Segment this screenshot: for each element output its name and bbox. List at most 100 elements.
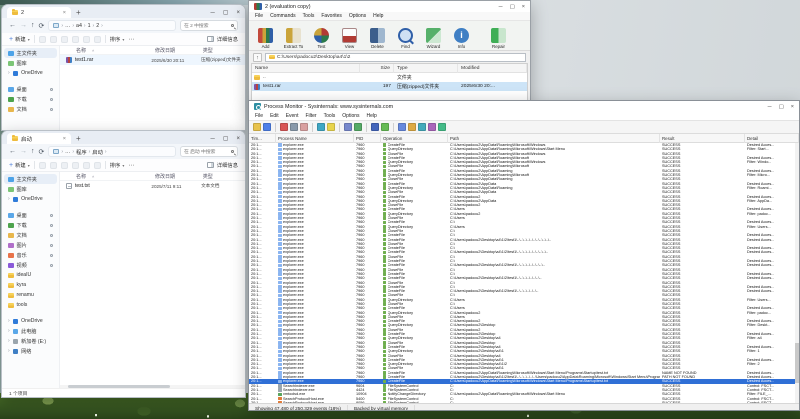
sidebar-item-OneDrive[interactable]: › OneDrive <box>4 316 57 326</box>
close-button[interactable]: × <box>522 4 525 10</box>
chevron-right-icon[interactable]: › <box>8 70 10 76</box>
wizard-button[interactable]: Wizard <box>420 28 447 49</box>
minimize-button[interactable]: ─ <box>768 104 772 110</box>
tab-close-icon[interactable]: × <box>63 136 66 142</box>
test-button[interactable]: Test <box>308 28 335 49</box>
column-header-修改日期[interactable]: 修改日期 <box>155 47 203 54</box>
new-button[interactable]: + 新建 ▾ <box>9 35 30 44</box>
column-header-process name[interactable]: Process Name <box>276 133 354 143</box>
breadcrumb-item[interactable]: 程序 <box>76 148 87 156</box>
close-button[interactable]: × <box>236 10 240 16</box>
share-icon[interactable] <box>82 161 90 169</box>
show-network-icon[interactable] <box>418 123 426 131</box>
view-button[interactable]: View <box>336 28 363 49</box>
delete-icon[interactable] <box>93 35 101 43</box>
close-button[interactable]: × <box>236 136 240 142</box>
rename-icon[interactable] <box>71 35 79 43</box>
vertical-scrollbar[interactable] <box>795 143 799 403</box>
paste-icon[interactable] <box>60 35 68 43</box>
horizontal-scrollbar[interactable] <box>60 385 245 388</box>
back-button[interactable]: ← <box>9 22 16 29</box>
sort-button[interactable]: 排序 ▾ <box>110 35 125 44</box>
menu-edit[interactable]: Edit <box>270 113 279 119</box>
delete-icon[interactable] <box>93 161 101 169</box>
menu-event[interactable]: Event <box>286 113 299 119</box>
chevron-right-icon[interactable]: › <box>8 338 10 344</box>
address-field[interactable]: C:\Users\padocu2\Desktop\a4\1\2 <box>265 52 526 62</box>
clear-display-icon[interactable] <box>300 123 308 131</box>
repair-button[interactable]: Repair <box>485 28 512 49</box>
minimize-button[interactable]: ─ <box>211 10 215 16</box>
column-header-tim[interactable]: Tim... <box>249 133 276 143</box>
breadcrumb[interactable]: ›… › a4 › 1 › 2 › <box>48 20 176 31</box>
show-registry-icon[interactable] <box>398 123 406 131</box>
show-process-icon[interactable] <box>428 123 436 131</box>
close-button[interactable]: × <box>791 104 794 110</box>
sidebar-item-文档[interactable]: 文档 <box>4 230 57 240</box>
rename-icon[interactable] <box>71 161 79 169</box>
file-row[interactable]: test.txt 2025/7/11 9:11 文本文档 <box>60 181 245 191</box>
sidebar-item-kyra[interactable]: kyra <box>4 280 57 290</box>
menu-tools[interactable]: Tools <box>324 113 336 119</box>
menu-help[interactable]: Help <box>367 113 377 119</box>
menu-commands[interactable]: Commands <box>270 13 296 19</box>
column-header-类型[interactable]: 类型 <box>203 47 245 54</box>
column-header-type[interactable]: Type <box>394 64 458 73</box>
sidebar-item-视频[interactable]: 视频 <box>4 260 57 270</box>
menu-help[interactable]: Help <box>373 13 383 19</box>
include-process-icon[interactable] <box>344 123 352 131</box>
column-header-detail[interactable]: Detail <box>745 133 799 143</box>
archive-row[interactable]: test1.rar 197 压缩(zipped)文件夹 2025/6/30 20:..… <box>252 82 527 91</box>
tab-close-icon[interactable]: × <box>63 10 66 16</box>
sidebar-item-OneDrive[interactable]: › OneDrive <box>4 68 57 78</box>
breadcrumb-item[interactable]: 1 <box>88 23 91 29</box>
chevron-right-icon[interactable]: › <box>8 196 10 202</box>
extract-to-button[interactable]: Extract To <box>280 28 307 49</box>
new-tab-button[interactable]: + <box>76 9 81 17</box>
up-one-level-button[interactable]: ↑ <box>253 52 262 62</box>
archive-row[interactable]: .. 文件夹 <box>252 73 527 82</box>
title-bar[interactable]: 2 (evaluation copy) ─ ▢ × <box>249 1 530 12</box>
column-header-类型[interactable]: 类型 <box>203 173 245 180</box>
sidebar-item-tools[interactable]: tools <box>4 300 57 310</box>
info-button[interactable]: i Info <box>448 28 475 49</box>
new-tab-button[interactable]: + <box>76 135 81 143</box>
details-pane-button[interactable]: 详细信息 <box>206 35 238 43</box>
sidebar-item-OneDrive[interactable]: › OneDrive <box>4 194 57 204</box>
up-button[interactable]: ↑ <box>31 22 35 29</box>
filter-icon[interactable] <box>317 123 325 131</box>
sidebar-item-主文件夹[interactable]: 主文件夹 <box>4 48 57 58</box>
sort-button[interactable]: 排序 ▾ <box>110 161 125 170</box>
explorer-tab[interactable]: 2 × <box>7 7 71 18</box>
find-button[interactable]: Find <box>392 28 419 49</box>
breadcrumb-item[interactable]: 启动 <box>92 148 103 156</box>
chevron-right-icon[interactable]: › <box>8 348 10 354</box>
process-tree-icon[interactable] <box>354 123 362 131</box>
menu-file[interactable]: File <box>255 13 263 19</box>
sidebar-item-renamu[interactable]: renamu <box>4 290 57 300</box>
breadcrumb-item[interactable]: 2 <box>96 23 99 29</box>
sidebar-item-ideaIU[interactable]: ideaIU <box>4 270 57 280</box>
menu-options[interactable]: Options <box>342 113 359 119</box>
sidebar-item-主文件夹[interactable]: 主文件夹 <box>4 174 57 184</box>
delete-button[interactable]: Delete <box>364 28 391 49</box>
sidebar-item-下载[interactable]: 下载 <box>4 94 57 104</box>
more-options-button[interactable]: ⋯ <box>128 162 135 169</box>
chevron-right-icon[interactable]: › <box>8 318 10 324</box>
sidebar-item-网络[interactable]: › 网络 <box>4 346 57 356</box>
share-icon[interactable] <box>82 35 90 43</box>
column-header-修改日期[interactable]: 修改日期 <box>155 173 203 180</box>
file-row[interactable]: test1.rar 2025/6/30 20:11 压缩(zipped)文件夹 <box>60 55 245 65</box>
breadcrumb-item[interactable]: … <box>65 149 70 155</box>
paste-icon[interactable] <box>60 161 68 169</box>
column-header-size[interactable]: Size <box>360 64 394 73</box>
menu-filter[interactable]: Filter <box>305 113 316 119</box>
sidebar-item-音乐[interactable]: 音乐 <box>4 250 57 260</box>
capture-icon[interactable] <box>280 123 288 131</box>
copy-icon[interactable] <box>49 161 57 169</box>
column-header-name[interactable]: Name <box>252 64 360 73</box>
sidebar-item-新加卷 (E:)[interactable]: › 新加卷 (E:) <box>4 336 57 346</box>
sidebar-item-此电脑[interactable]: › 此电脑 <box>4 326 57 336</box>
scrollbar-thumb[interactable] <box>68 385 170 388</box>
new-button[interactable]: + 新建 ▾ <box>9 161 30 170</box>
